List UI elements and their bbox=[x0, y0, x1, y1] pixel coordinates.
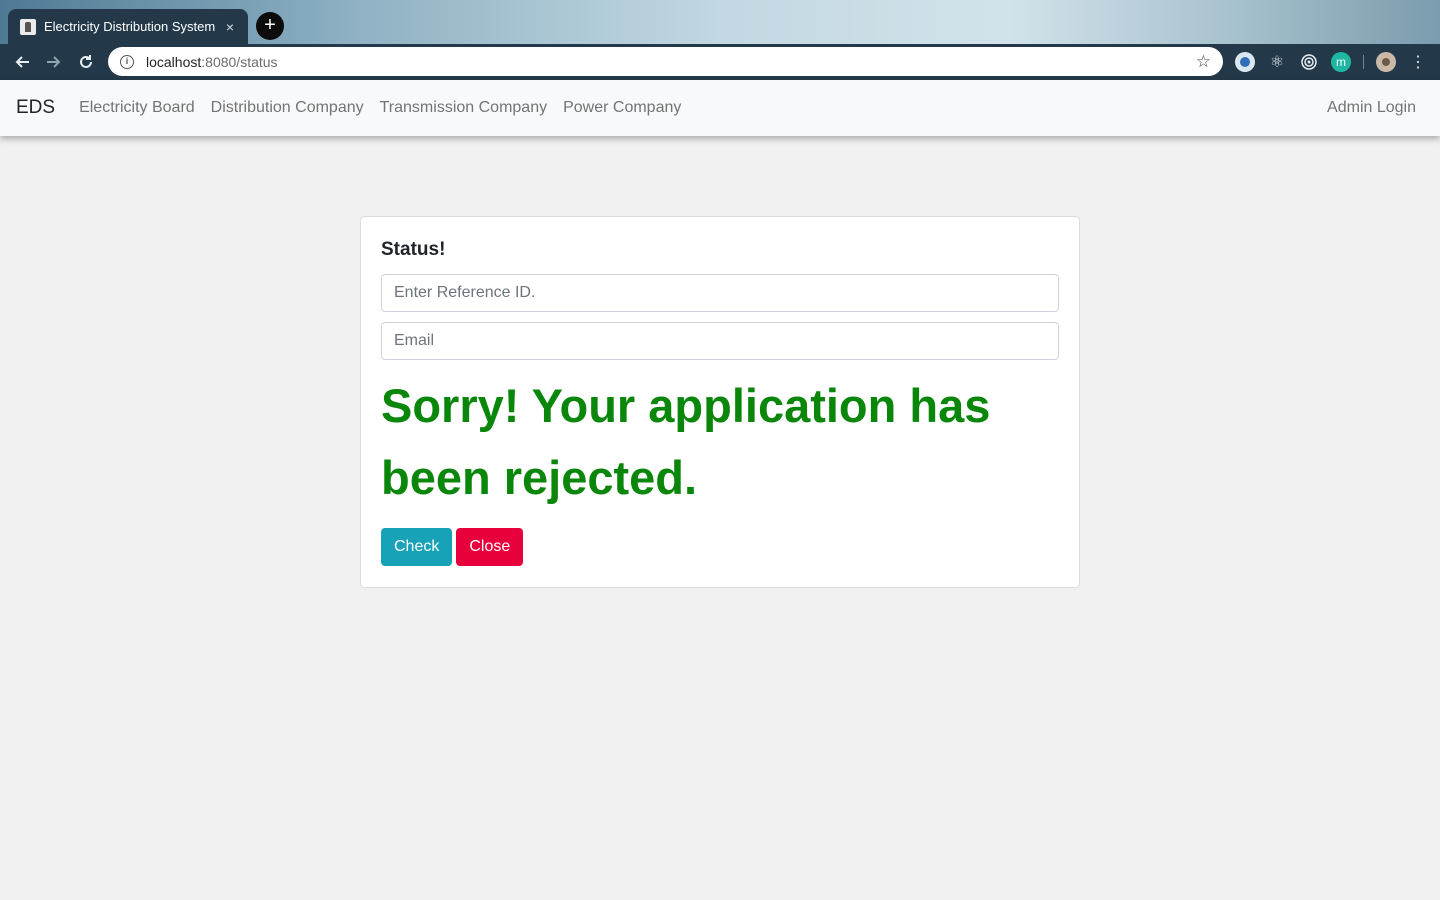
brand-link[interactable]: EDS bbox=[16, 97, 55, 119]
browser-toolbar: i localhost:8080/status ☆ ⚛ m ⋮ bbox=[0, 44, 1440, 80]
status-card: Status! Sorry! Your application has been… bbox=[360, 216, 1080, 588]
new-tab-button[interactable]: + bbox=[256, 12, 284, 40]
nav-power-company[interactable]: Power Company bbox=[555, 99, 689, 117]
extension-react-icon[interactable]: ⚛ bbox=[1267, 52, 1287, 72]
url-path: :8080/status bbox=[201, 53, 278, 70]
app-navbar: EDS Electricity Board Distribution Compa… bbox=[0, 80, 1440, 136]
tab-close-icon[interactable]: × bbox=[222, 19, 238, 35]
check-button[interactable]: Check bbox=[381, 528, 453, 566]
button-group: Check Close bbox=[381, 528, 1059, 566]
site-favicon-icon bbox=[20, 18, 36, 35]
forward-arrow-icon[interactable] bbox=[38, 46, 70, 78]
extension-target-icon[interactable] bbox=[1299, 52, 1319, 72]
extension-m-icon[interactable]: m bbox=[1331, 52, 1351, 72]
nav-transmission-company[interactable]: Transmission Company bbox=[372, 99, 555, 117]
back-arrow-icon[interactable] bbox=[6, 46, 38, 78]
url-text: localhost:8080/status bbox=[146, 54, 1196, 70]
profile-avatar[interactable] bbox=[1376, 52, 1396, 72]
browser-tab[interactable]: Electricity Distribution System × bbox=[8, 9, 248, 44]
admin-login-link[interactable]: Admin Login bbox=[1319, 99, 1424, 117]
bookmark-star-icon[interactable]: ☆ bbox=[1196, 52, 1211, 72]
url-host: localhost bbox=[146, 53, 202, 70]
site-info-icon[interactable]: i bbox=[120, 54, 134, 69]
reference-id-input[interactable] bbox=[381, 274, 1059, 312]
nav-distribution-company[interactable]: Distribution Company bbox=[203, 99, 372, 117]
address-bar[interactable]: i localhost:8080/status ☆ bbox=[108, 47, 1223, 76]
tab-title: Electricity Distribution System bbox=[44, 19, 216, 34]
menu-kebab-icon[interactable]: ⋮ bbox=[1408, 52, 1428, 72]
status-message: Sorry! Your application has been rejecte… bbox=[381, 379, 991, 504]
reload-icon[interactable] bbox=[70, 46, 102, 78]
close-button[interactable]: Close bbox=[456, 528, 524, 566]
extension-1-icon[interactable] bbox=[1235, 52, 1255, 72]
nav-electricity-board[interactable]: Electricity Board bbox=[71, 99, 203, 117]
email-input[interactable] bbox=[381, 322, 1059, 360]
card-title: Status! bbox=[381, 239, 446, 260]
toolbar-divider bbox=[1363, 55, 1364, 69]
browser-tab-strip: Electricity Distribution System × + bbox=[0, 0, 1440, 44]
